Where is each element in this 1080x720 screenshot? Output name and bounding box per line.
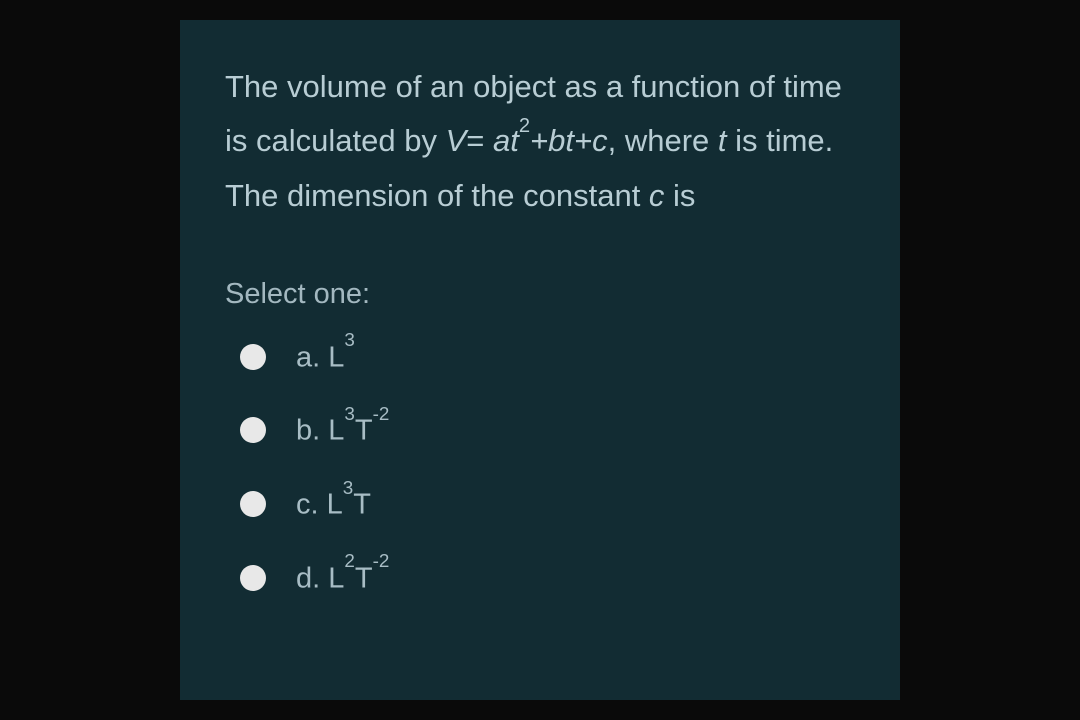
option-sup: -2 bbox=[373, 550, 390, 571]
select-one-label: Select one: bbox=[225, 278, 855, 311]
option-sup: 3 bbox=[344, 329, 354, 350]
option-base: L bbox=[328, 341, 344, 373]
question-part: , where bbox=[608, 123, 718, 158]
radio-icon bbox=[240, 491, 266, 517]
option-letter: d. bbox=[296, 562, 328, 594]
question-part: is bbox=[664, 178, 695, 213]
question-card: The volume of an object as a function of… bbox=[180, 20, 900, 700]
option-letter: c. bbox=[296, 489, 327, 521]
option-a[interactable]: a. L3 bbox=[240, 339, 855, 375]
radio-icon bbox=[240, 565, 266, 591]
option-sup: 2 bbox=[344, 550, 354, 571]
option-base: L bbox=[328, 562, 344, 594]
option-c[interactable]: c. L3T bbox=[240, 486, 855, 522]
option-c-label: c. L3T bbox=[296, 486, 371, 522]
question-sup: 2 bbox=[519, 115, 530, 137]
option-d[interactable]: d. L2T-2 bbox=[240, 560, 855, 596]
option-sup: 3 bbox=[343, 477, 353, 498]
option-d-label: d. L2T-2 bbox=[296, 560, 389, 596]
option-base: L bbox=[328, 415, 344, 447]
option-base: T bbox=[355, 415, 373, 447]
question-var: c bbox=[649, 178, 665, 213]
option-sup: 3 bbox=[344, 403, 354, 424]
question-var: at bbox=[493, 123, 519, 158]
radio-icon bbox=[240, 417, 266, 443]
question-part: +bt+c bbox=[530, 123, 608, 158]
option-sup: -2 bbox=[373, 403, 390, 424]
question-var: t bbox=[718, 123, 727, 158]
option-base: T bbox=[355, 562, 373, 594]
question-text: The volume of an object as a function of… bbox=[225, 60, 855, 223]
option-base: L bbox=[327, 489, 343, 521]
option-b-label: b. L3T-2 bbox=[296, 412, 389, 448]
question-var: V bbox=[446, 123, 467, 158]
option-a-label: a. L3 bbox=[296, 339, 355, 375]
radio-icon bbox=[240, 344, 266, 370]
question-part: = bbox=[466, 123, 493, 158]
option-letter: a. bbox=[296, 341, 328, 373]
option-letter: b. bbox=[296, 415, 328, 447]
option-base: T bbox=[353, 489, 371, 521]
option-b[interactable]: b. L3T-2 bbox=[240, 412, 855, 448]
options-list: a. L3 b. L3T-2 c. L3T d. L2T-2 bbox=[225, 339, 855, 596]
